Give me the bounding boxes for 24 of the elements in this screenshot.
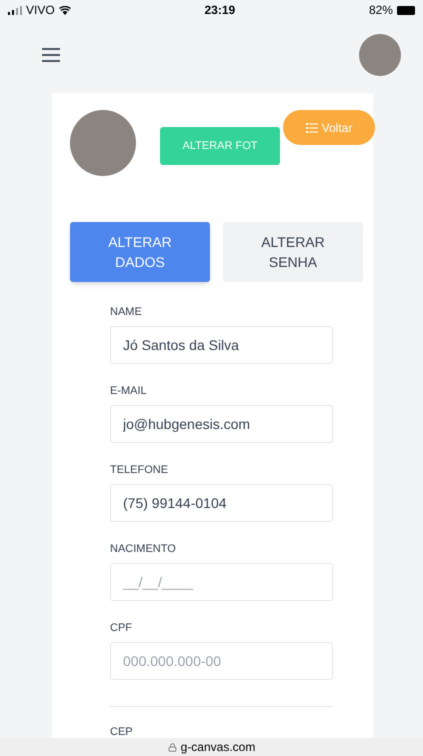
lock-icon [168, 742, 177, 752]
menu-button[interactable] [42, 48, 60, 62]
input-field[interactable]: Jó Santos da Silva [110, 326, 333, 364]
input-field[interactable]: 000.000.000-00 [110, 642, 333, 680]
clock-time: 23:19 [204, 2, 236, 19]
user-avatar[interactable] [359, 34, 401, 76]
list-icon [306, 122, 318, 132]
wifi-icon [58, 6, 71, 14]
input-field[interactable]: __/__/____ [110, 563, 333, 601]
carrier-name: VIVO [26, 2, 55, 19]
field-label: E-MAIL [110, 384, 148, 399]
field-label: CEP [110, 726, 133, 738]
battery-percent: 82% [368, 2, 393, 19]
input-field[interactable]: jo@hubgenesis.com [110, 405, 333, 443]
field-label: NACIMENTO [110, 542, 177, 557]
tab[interactable]: ALTERAR DADOS [70, 222, 210, 282]
input-field[interactable]: (75) 99144-0104 [110, 484, 333, 522]
address-text: g-canvas.com [180, 739, 256, 756]
field-label: NAME [110, 305, 143, 320]
battery-icon [396, 6, 415, 14]
signal-icon [8, 6, 22, 14]
field-label: TELEFONE [110, 463, 170, 478]
tab[interactable]: ALTERAR SENHA [223, 222, 363, 282]
field-label: CPF [110, 621, 133, 636]
